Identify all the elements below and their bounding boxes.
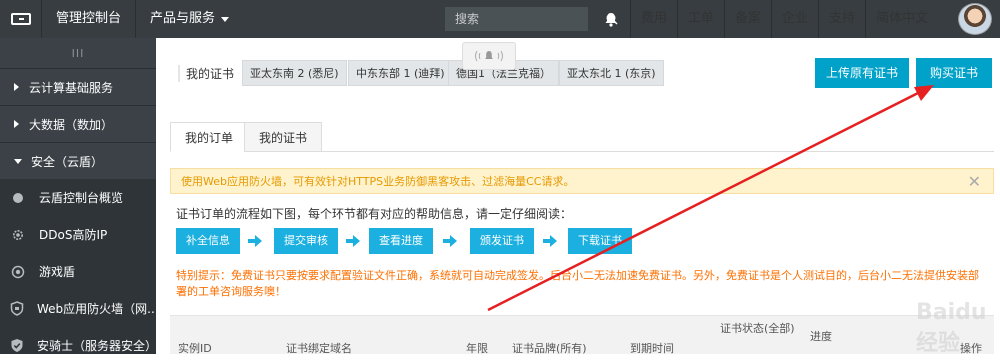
sidebar-item-label: 云盾控制台概览 (39, 191, 124, 205)
close-icon[interactable]: ✕ (968, 172, 981, 191)
products-label: 产品与服务 (150, 11, 216, 26)
sidebar-item-overview[interactable]: 云盾控制台概览 (0, 179, 156, 216)
loading-toast (462, 42, 516, 70)
shield-icon (10, 301, 24, 317)
region-tab-tokyo[interactable]: 亚太东北 1 (东京) (559, 60, 664, 86)
buy-certificate-button[interactable]: 购买证书 (916, 58, 992, 88)
sidebar-group-bigdata[interactable]: 大数据（数加） (0, 105, 156, 142)
region-tab-sydney[interactable]: 亚太东南 2 (悉尼) (242, 60, 347, 86)
th-progress: 进度 (810, 330, 832, 343)
search-box (445, 7, 618, 31)
arrow-right-icon (248, 235, 262, 247)
dot-icon (10, 190, 26, 206)
tab-my-orders[interactable]: 我的订单 (170, 122, 249, 152)
tab-my-certificates[interactable]: 我的证书 (244, 122, 323, 152)
aliyun-logo[interactable] (0, 0, 42, 38)
shield-check-icon (10, 338, 24, 354)
notification-bell[interactable] (596, 0, 626, 38)
arrow-right-icon (346, 235, 360, 247)
nav-support[interactable]: 支持 (818, 0, 865, 38)
sidebar-group-label: 安全（云盾） (31, 154, 104, 169)
caret-right-icon (14, 120, 19, 128)
bell-icon (605, 12, 617, 27)
bell-icon (475, 50, 503, 62)
sidebar: III 云计算基础服务 大数据（数加） 安全（云盾） 云盾控制台概览 DDoS高… (0, 38, 156, 354)
target-icon (10, 264, 26, 280)
notice-text: 使用Web应用防火墙，可有效针对HTTPS业务防御黑客攻击、过滤海量CC请求。 (181, 175, 575, 188)
table-header: 实例ID 证书绑定域名 年限 证书品牌(所有) 到期时间 证书状态(全部) 进度… (170, 315, 994, 355)
sidebar-group-label: 云计算基础服务 (29, 80, 114, 95)
flow-intro-text: 证书订单的流程如下图，每个环节都有对应的帮助信息，请一定仔细阅读： (176, 207, 573, 221)
upload-certificate-button[interactable]: 上传原有证书 (815, 58, 909, 88)
sidebar-item-label: 游戏盾 (39, 265, 76, 279)
sidebar-item-label: Web应用防火墙（网... (37, 302, 156, 316)
arrow-right-icon (543, 235, 557, 247)
caret-down-icon (14, 158, 22, 164)
step-submit-review[interactable]: 提交审核 (274, 228, 338, 254)
sidebar-group-cloud-basic[interactable]: 云计算基础服务 (0, 68, 156, 105)
nav-tickets[interactable]: 工单 (677, 0, 724, 38)
search-input[interactable] (445, 7, 605, 31)
step-issue-certificate[interactable]: 颁发证书 (470, 228, 534, 254)
nav-enterprise[interactable]: 企业 (771, 0, 818, 38)
sidebar-item-ddos[interactable]: DDoS高防IP (0, 216, 156, 253)
order-tabs: 我的订单 我的证书 (170, 122, 994, 152)
top-nav-links: 费用 工单 备案 企业 支持 简体中文 (630, 0, 938, 38)
chevron-down-icon (221, 16, 230, 22)
step-complete-info[interactable]: 补全信息 (176, 228, 240, 254)
nav-billing[interactable]: 费用 (630, 0, 677, 38)
sidebar-item-game-shield[interactable]: 游戏盾 (0, 253, 156, 290)
avatar[interactable] (958, 3, 992, 35)
sidebar-group-security[interactable]: 安全（云盾） (0, 142, 156, 179)
nav-icp[interactable]: 备案 (724, 0, 771, 38)
step-view-progress[interactable]: 查看进度 (369, 228, 433, 254)
waf-notice-banner: 使用Web应用防火墙，可有效针对HTTPS业务防御黑客攻击、过滤海量CC请求。 … (170, 168, 994, 194)
caret-right-icon (14, 83, 19, 91)
sidebar-group-label: 大数据（数加） (29, 117, 114, 132)
products-menu[interactable]: 产品与服务 (136, 0, 243, 38)
gear-icon (10, 227, 26, 243)
sidebar-item-waf[interactable]: Web应用防火墙（网... (0, 290, 156, 327)
page-title: 我的证书 (178, 65, 234, 82)
nav-language[interactable]: 简体中文 (865, 0, 938, 38)
sidebar-item-label: 安骑士（服务器安全） (37, 339, 156, 353)
th-status-filter[interactable]: 证书状态(全部) (720, 320, 795, 336)
special-tip: 特别提示：免费证书只要按要求配置验证文件正确，系统就可自动完成签发。后台小二无法… (176, 269, 979, 298)
main-content: 我的证书 亚太东南 2 (悉尼) 中东东部 1 (迪拜) 德国1（法兰克福） 亚… (156, 38, 1000, 356)
baidu-watermark: Baidu 经验 (916, 300, 987, 356)
sidebar-item-label: DDoS高防IP (39, 228, 108, 242)
arrow-right-icon (443, 235, 457, 247)
region-tab-dubai[interactable]: 中东东部 1 (迪拜) (348, 60, 453, 86)
sidebar-collapse-handle[interactable]: III (0, 38, 156, 68)
console-link[interactable]: 管理控制台 (42, 0, 137, 38)
step-download-certificate[interactable]: 下载证书 (568, 228, 632, 254)
sidebar-item-server-guard[interactable]: 安骑士（服务器安全） (0, 327, 156, 364)
